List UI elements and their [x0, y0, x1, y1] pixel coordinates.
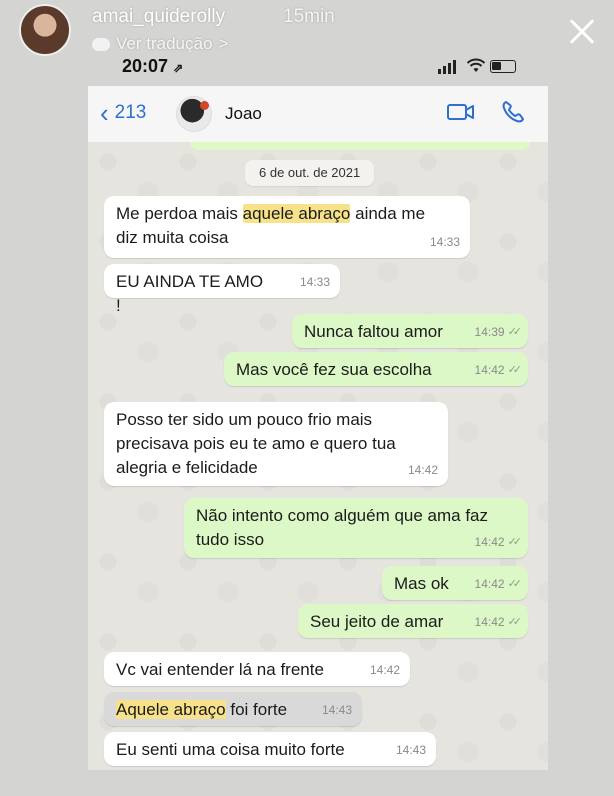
translate-icon [92, 37, 110, 51]
read-ticks-icon: ✓✓ [507, 578, 523, 590]
message-time-text: 14:42 [474, 363, 505, 377]
message-time-text: 14:39 [474, 325, 505, 339]
read-ticks-icon: ✓✓ [507, 326, 523, 338]
message-time: 14:33 [300, 270, 330, 294]
message-time-text: 14:43 [321, 703, 352, 717]
message-outgoing[interactable]: Mas ok 14:42 ✓✓ [382, 566, 528, 600]
close-icon[interactable] [560, 10, 604, 54]
message-time-text: 14:43 [395, 743, 426, 757]
message-text: Posso ter sido um pouco frio mais precis… [116, 410, 396, 477]
previous-message-edge [190, 142, 530, 150]
wifi-icon [466, 58, 486, 72]
message-incoming[interactable]: Me perdoa mais aquele abraço ainda me di… [104, 196, 470, 258]
back-chevron-icon: ‹ [100, 98, 109, 128]
message-time: 14:39 ✓✓ [474, 320, 523, 344]
message-time: 14:33 [430, 230, 460, 254]
signal-icon [438, 60, 456, 74]
story-header: amai_quiderolly 15min Ver tradução > [0, 0, 614, 60]
phone-call-icon[interactable] [500, 99, 526, 125]
contact-name[interactable]: Joao [225, 104, 262, 124]
message-text: Vc vai entender lá na frente [116, 660, 324, 679]
message-time-text: 14:42 [474, 577, 505, 591]
message-incoming[interactable]: Vc vai entender lá na frente 14:42 [104, 652, 410, 686]
date-separator: 6 de out. de 2021 [245, 160, 375, 186]
message-time: 14:42 [408, 458, 438, 482]
message-outgoing[interactable]: Mas você fez sua escolha 14:42 ✓✓ [224, 352, 528, 386]
message-time-text: 14:42 [474, 615, 505, 629]
message-incoming[interactable]: Eu senti uma coisa muito forte 14:43 [104, 732, 436, 766]
message-time: 14:42 [370, 658, 400, 682]
message-incoming-selected[interactable]: Aquele abraço foi forte 14:43 [104, 692, 362, 726]
status-time-text: 20:07 [122, 56, 169, 76]
contact-avatar[interactable] [176, 96, 212, 132]
chat-header [88, 86, 548, 142]
story-username[interactable]: amai_quiderolly [92, 6, 225, 28]
message-time: 14:43 [396, 738, 426, 762]
message-text: Me perdoa mais aquele abraço ainda me di… [116, 202, 446, 250]
message-text: Aquele abraço foi forte [116, 698, 350, 722]
read-ticks-icon: ✓✓ [507, 536, 523, 548]
message-time-text: 14:33 [299, 275, 330, 289]
story-posted-time: 15min [283, 6, 335, 27]
message-time: 14:42 ✓✓ [474, 610, 523, 634]
highlighted-text: Aquele abraço [116, 700, 226, 719]
message-text: EU AINDA TE AMO ! [116, 272, 264, 315]
message-time: 14:42 ✓✓ [474, 358, 523, 382]
message-outgoing[interactable]: Seu jeito de amar 14:42 ✓✓ [298, 604, 528, 638]
message-text: Não intento como alguém que ama faz tudo… [196, 506, 489, 549]
message-text-part: foi forte [225, 700, 288, 719]
unread-count: 213 [114, 102, 147, 123]
location-arrow-icon: ⇗ [173, 61, 184, 75]
story-avatar[interactable] [19, 4, 71, 56]
message-outgoing[interactable]: Não intento como alguém que ama faz tudo… [184, 498, 528, 558]
highlighted-text: aquele abraço [242, 204, 351, 223]
back-button[interactable]: ‹ 213 [100, 100, 146, 126]
message-time: 14:43 [322, 698, 352, 722]
message-outgoing[interactable]: Nunca faltou amor 14:39 ✓✓ [292, 314, 528, 348]
battery-icon [490, 60, 516, 73]
message-time: 14:42 ✓✓ [474, 530, 523, 554]
status-time: 20:07 ⇗ [122, 56, 183, 77]
status-icons [438, 58, 528, 76]
message-text-part: Me perdoa mais [116, 204, 243, 223]
message-text: Eu senti uma coisa muito forte [116, 740, 345, 759]
message-time-text: 14:33 [429, 235, 460, 249]
message-time-text: 14:42 [369, 663, 400, 677]
read-ticks-icon: ✓✓ [507, 364, 523, 376]
translate-label: Ver tradução [116, 34, 213, 53]
message-incoming[interactable]: EU AINDA TE AMO ! 14:33 [104, 264, 340, 315]
message-incoming[interactable]: Posso ter sido um pouco frio mais precis… [104, 402, 448, 486]
read-ticks-icon: ✓✓ [507, 616, 523, 628]
message-time-text: 14:42 [407, 463, 438, 477]
chevron-right-icon: > [218, 34, 229, 53]
video-call-icon[interactable] [446, 101, 476, 123]
translate-button[interactable]: Ver tradução > [92, 34, 228, 54]
message-time: 14:42 ✓✓ [474, 572, 523, 596]
message-time-text: 14:42 [474, 535, 505, 549]
